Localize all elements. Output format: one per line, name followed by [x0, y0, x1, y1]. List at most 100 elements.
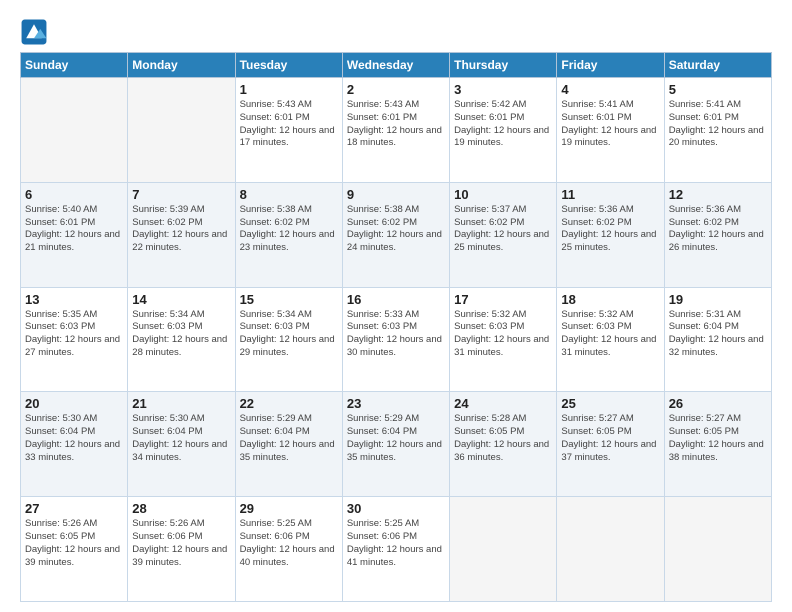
calendar-cell: 4Sunrise: 5:41 AM Sunset: 6:01 PM Daylig… [557, 78, 664, 183]
week-row-2: 6Sunrise: 5:40 AM Sunset: 6:01 PM Daylig… [21, 182, 772, 287]
calendar-cell: 8Sunrise: 5:38 AM Sunset: 6:02 PM Daylig… [235, 182, 342, 287]
calendar-cell [450, 497, 557, 602]
week-row-3: 13 Sunrise: 5:35 AM Sunset: 6:03 PM Dayli… [21, 287, 772, 392]
day-number: 3 [454, 82, 552, 97]
calendar-cell: 13 Sunrise: 5:35 AM Sunset: 6:03 PM Dayli… [21, 287, 128, 392]
day-number: 29 [240, 501, 338, 516]
calendar-cell: 23Sunrise: 5:29 AM Sunset: 6:04 PM Dayli… [342, 392, 449, 497]
weekday-header-friday: Friday [557, 53, 664, 78]
calendar-cell: 7 Sunrise: 5:39 AM Sunset: 6:02 PM Daylig… [128, 182, 235, 287]
cell-info: Sunrise: 5:32 AM Sunset: 6:03 PM Dayligh… [561, 309, 659, 360]
logo-icon [20, 18, 48, 46]
day-number: 12 [669, 187, 767, 202]
cell-info: Sunrise: 5:39 AM Sunset: 6:02 PM Dayligh… [132, 204, 230, 255]
day-number: 5 [669, 82, 767, 97]
calendar-cell: 15 Sunrise: 5:34 AM Sunset: 6:03 PM Dayli… [235, 287, 342, 392]
cell-info: Sunrise: 5:26 AM Sunset: 6:06 PM Dayligh… [132, 518, 230, 569]
calendar-cell: 29 Sunrise: 5:25 AM Sunset: 6:06 PM Dayli… [235, 497, 342, 602]
day-number: 21 [132, 396, 230, 411]
calendar-cell: 22 Sunrise: 5:29 AM Sunset: 6:04 PM Dayli… [235, 392, 342, 497]
day-number: 22 [240, 396, 338, 411]
day-number: 17 [454, 292, 552, 307]
day-number: 20 [25, 396, 123, 411]
cell-info: Sunrise: 5:41 AM Sunset: 6:01 PM Dayligh… [561, 99, 659, 150]
cell-info: Sunrise: 5:37 AM Sunset: 6:02 PM Dayligh… [454, 204, 552, 255]
cell-info: Sunrise: 5:29 AM Sunset: 6:04 PM Dayligh… [347, 413, 445, 464]
calendar-cell [21, 78, 128, 183]
calendar-cell: 21Sunrise: 5:30 AM Sunset: 6:04 PM Dayli… [128, 392, 235, 497]
weekday-header-sunday: Sunday [21, 53, 128, 78]
day-number: 19 [669, 292, 767, 307]
calendar-cell: 17 Sunrise: 5:32 AM Sunset: 6:03 PM Dayli… [450, 287, 557, 392]
day-number: 9 [347, 187, 445, 202]
day-number: 7 [132, 187, 230, 202]
calendar-cell [664, 497, 771, 602]
page: SundayMondayTuesdayWednesdayThursdayFrid… [0, 0, 792, 612]
calendar-cell: 10 Sunrise: 5:37 AM Sunset: 6:02 PM Dayli… [450, 182, 557, 287]
cell-info: Sunrise: 5:41 AM Sunset: 6:01 PM Dayligh… [669, 99, 767, 150]
logo [20, 18, 52, 46]
header [20, 18, 772, 46]
day-number: 6 [25, 187, 123, 202]
calendar-table: SundayMondayTuesdayWednesdayThursdayFrid… [20, 52, 772, 602]
calendar-cell: 6Sunrise: 5:40 AM Sunset: 6:01 PM Daylig… [21, 182, 128, 287]
weekday-header-saturday: Saturday [664, 53, 771, 78]
cell-info: Sunrise: 5:30 AM Sunset: 6:04 PM Dayligh… [25, 413, 123, 464]
cell-info: Sunrise: 5:32 AM Sunset: 6:03 PM Dayligh… [454, 309, 552, 360]
day-number: 18 [561, 292, 659, 307]
calendar-cell: 3 Sunrise: 5:42 AM Sunset: 6:01 PM Daylig… [450, 78, 557, 183]
cell-info: Sunrise: 5:34 AM Sunset: 6:03 PM Dayligh… [132, 309, 230, 360]
cell-info: Sunrise: 5:29 AM Sunset: 6:04 PM Dayligh… [240, 413, 338, 464]
cell-info: Sunrise: 5:35 AM Sunset: 6:03 PM Dayligh… [25, 309, 123, 360]
calendar-cell: 19 Sunrise: 5:31 AM Sunset: 6:04 PM Dayli… [664, 287, 771, 392]
calendar-cell: 11 Sunrise: 5:36 AM Sunset: 6:02 PM Dayli… [557, 182, 664, 287]
weekday-header-tuesday: Tuesday [235, 53, 342, 78]
calendar-cell: 12Sunrise: 5:36 AM Sunset: 6:02 PM Dayli… [664, 182, 771, 287]
calendar-cell: 28 Sunrise: 5:26 AM Sunset: 6:06 PM Dayli… [128, 497, 235, 602]
day-number: 26 [669, 396, 767, 411]
weekday-header-monday: Monday [128, 53, 235, 78]
cell-info: Sunrise: 5:38 AM Sunset: 6:02 PM Dayligh… [347, 204, 445, 255]
day-number: 14 [132, 292, 230, 307]
day-number: 28 [132, 501, 230, 516]
calendar-cell: 26 Sunrise: 5:27 AM Sunset: 6:05 PM Dayli… [664, 392, 771, 497]
day-number: 1 [240, 82, 338, 97]
week-row-4: 20 Sunrise: 5:30 AM Sunset: 6:04 PM Dayli… [21, 392, 772, 497]
weekday-header-thursday: Thursday [450, 53, 557, 78]
day-number: 13 [25, 292, 123, 307]
calendar-cell: 1 Sunrise: 5:43 AM Sunset: 6:01 PM Daylig… [235, 78, 342, 183]
calendar-cell: 30 Sunrise: 5:25 AM Sunset: 6:06 PM Dayli… [342, 497, 449, 602]
calendar-cell: 14 Sunrise: 5:34 AM Sunset: 6:03 PM Dayli… [128, 287, 235, 392]
cell-info: Sunrise: 5:26 AM Sunset: 6:05 PM Dayligh… [25, 518, 123, 569]
cell-info: Sunrise: 5:25 AM Sunset: 6:06 PM Dayligh… [240, 518, 338, 569]
day-number: 15 [240, 292, 338, 307]
calendar-cell [557, 497, 664, 602]
day-number: 24 [454, 396, 552, 411]
day-number: 30 [347, 501, 445, 516]
day-number: 27 [25, 501, 123, 516]
calendar-cell: 27 Sunrise: 5:26 AM Sunset: 6:05 PM Dayli… [21, 497, 128, 602]
cell-info: Sunrise: 5:27 AM Sunset: 6:05 PM Dayligh… [669, 413, 767, 464]
cell-info: Sunrise: 5:25 AM Sunset: 6:06 PM Dayligh… [347, 518, 445, 569]
cell-info: Sunrise: 5:33 AM Sunset: 6:03 PM Dayligh… [347, 309, 445, 360]
cell-info: Sunrise: 5:28 AM Sunset: 6:05 PM Dayligh… [454, 413, 552, 464]
cell-info: Sunrise: 5:43 AM Sunset: 6:01 PM Dayligh… [240, 99, 338, 150]
weekday-header-row: SundayMondayTuesdayWednesdayThursdayFrid… [21, 53, 772, 78]
calendar-cell: 25Sunrise: 5:27 AM Sunset: 6:05 PM Dayli… [557, 392, 664, 497]
cell-info: Sunrise: 5:27 AM Sunset: 6:05 PM Dayligh… [561, 413, 659, 464]
day-number: 8 [240, 187, 338, 202]
day-number: 10 [454, 187, 552, 202]
calendar-cell [128, 78, 235, 183]
cell-info: Sunrise: 5:36 AM Sunset: 6:02 PM Dayligh… [561, 204, 659, 255]
day-number: 2 [347, 82, 445, 97]
cell-info: Sunrise: 5:31 AM Sunset: 6:04 PM Dayligh… [669, 309, 767, 360]
weekday-header-wednesday: Wednesday [342, 53, 449, 78]
cell-info: Sunrise: 5:34 AM Sunset: 6:03 PM Dayligh… [240, 309, 338, 360]
calendar-cell: 24 Sunrise: 5:28 AM Sunset: 6:05 PM Dayli… [450, 392, 557, 497]
calendar-cell: 5 Sunrise: 5:41 AM Sunset: 6:01 PM Daylig… [664, 78, 771, 183]
cell-info: Sunrise: 5:42 AM Sunset: 6:01 PM Dayligh… [454, 99, 552, 150]
calendar-cell: 9 Sunrise: 5:38 AM Sunset: 6:02 PM Daylig… [342, 182, 449, 287]
cell-info: Sunrise: 5:43 AM Sunset: 6:01 PM Dayligh… [347, 99, 445, 150]
calendar-cell: 20 Sunrise: 5:30 AM Sunset: 6:04 PM Dayli… [21, 392, 128, 497]
day-number: 11 [561, 187, 659, 202]
